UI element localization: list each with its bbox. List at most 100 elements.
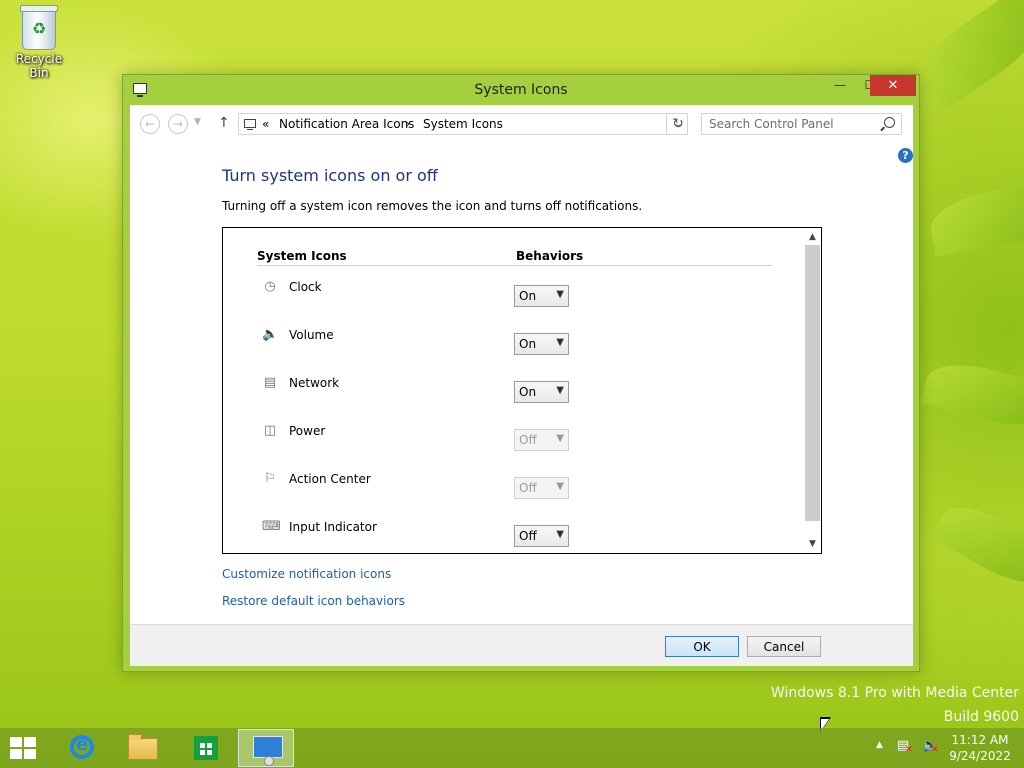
taskbar-control-panel[interactable]	[238, 729, 294, 767]
restore-default-icon-behaviors-link[interactable]: Restore default icon behaviors	[222, 594, 405, 608]
show-hidden-icons-chevron-icon[interactable]: ▲	[876, 740, 883, 750]
ok-button[interactable]: OK	[665, 636, 739, 657]
taskbar: ▲ ▤✕ 🔈✕ 11:12 AM 9/24/2022	[0, 728, 1024, 768]
list-item-label: Action Center	[289, 472, 371, 486]
select-value: Off	[519, 529, 537, 543]
muted-x-icon: ✕	[931, 745, 939, 755]
volume-behavior-select[interactable]: On ▼	[514, 333, 569, 355]
list-item-clock: ◷ Clock On ▼	[223, 279, 803, 319]
taskbar-clock[interactable]: 11:12 AM 9/24/2022	[944, 732, 1016, 764]
recycle-bin-desktop-icon[interactable]: Recycle Bin	[6, 5, 72, 80]
disconnected-x-icon: ✕	[905, 745, 913, 755]
scroll-up-arrow-icon[interactable]: ▲	[804, 229, 821, 245]
system-icons-window: System Icons — ☐ ✕ ← → ▼ ↑ « Notificatio…	[122, 74, 920, 672]
wallpaper-leaf	[930, 493, 1024, 597]
window-title: System Icons	[474, 82, 568, 98]
list-item-volume: 🔈 Volume On ▼	[223, 327, 803, 367]
network-tray-icon[interactable]: ▤ ✕	[897, 738, 913, 755]
control-panel-icon	[253, 736, 283, 766]
network-icon: ▤	[263, 375, 277, 390]
action-center-behavior-select: Off ▼	[514, 477, 569, 499]
volume-icon: 🔈	[262, 327, 279, 342]
clock-behavior-select[interactable]: On ▼	[514, 285, 569, 307]
chevron-down-icon: ▼	[556, 433, 564, 444]
list-item-label: Network	[289, 376, 340, 390]
select-value: Off	[519, 481, 537, 495]
search-box[interactable]	[701, 113, 902, 135]
keyboard-icon: ⌨	[262, 519, 281, 534]
taskbar-file-explorer[interactable]	[114, 729, 170, 767]
select-value: On	[519, 385, 537, 399]
column-header-behaviors: Behaviors	[516, 249, 584, 263]
scroll-thumb[interactable]	[805, 245, 820, 521]
refresh-icon[interactable]: ↻	[666, 113, 689, 135]
scroll-down-arrow-icon[interactable]: ▼	[804, 536, 821, 552]
up-arrow-icon[interactable]: ↑	[218, 115, 230, 131]
system-icons-list: System Icons Behaviors ◷ Clock On ▼ 🔈 Vo…	[222, 227, 822, 554]
wallpaper-leaf	[926, 178, 1024, 257]
clock-time: 11:12 AM	[951, 733, 1009, 747]
list-item-input-indicator: ⌨ Input Indicator Off ▼	[223, 519, 803, 553]
select-value: On	[519, 289, 537, 303]
search-input[interactable]	[702, 114, 879, 134]
column-header-system-icons: System Icons	[257, 249, 347, 263]
network-behavior-select[interactable]: On ▼	[514, 381, 569, 403]
input-indicator-behavior-select[interactable]: Off ▼	[514, 525, 569, 547]
breadcrumb-system-icons[interactable]: System Icons	[423, 117, 503, 131]
clock-icon: ◷	[264, 279, 276, 294]
breadcrumb-overflow[interactable]: «	[262, 117, 269, 131]
window-client-area: ← → ▼ ↑ « Notification Area Icons › Syst…	[130, 105, 913, 666]
chevron-down-icon: ▼	[556, 481, 564, 492]
windows-logo-icon	[24, 737, 36, 747]
navigation-bar: ← → ▼ ↑ « Notification Area Icons › Syst…	[130, 105, 913, 143]
page-description: Turning off a system icon removes the ic…	[222, 199, 643, 213]
chevron-down-icon: ▼	[556, 529, 564, 540]
power-icon: ◫	[263, 423, 277, 438]
volume-tray-icon[interactable]: 🔈 ✕	[922, 738, 939, 755]
file-explorer-icon	[128, 734, 158, 760]
internet-explorer-icon	[70, 734, 94, 759]
list-item-label: Input Indicator	[289, 520, 377, 534]
cancel-button[interactable]: Cancel	[747, 636, 821, 657]
breadcrumb-notification-area-icons[interactable]: Notification Area Icons	[279, 117, 414, 131]
start-button[interactable]	[10, 737, 38, 759]
recycle-bin-icon	[20, 5, 58, 50]
power-behavior-select: Off ▼	[514, 429, 569, 451]
taskbar-store[interactable]	[176, 729, 232, 767]
recycle-bin-label: Recycle Bin	[15, 52, 63, 80]
select-value: On	[519, 337, 537, 351]
store-icon	[194, 736, 218, 760]
list-item-network: ▤ Network On ▼	[223, 375, 803, 415]
windows-logo-icon	[24, 749, 36, 759]
wallpaper-leaf	[920, 354, 1024, 436]
title-bar[interactable]: System Icons — ☐ ✕	[123, 75, 919, 105]
select-value: Off	[519, 433, 537, 447]
page-title: Turn system icons on or off	[222, 166, 438, 185]
minimize-button[interactable]: —	[825, 75, 855, 96]
vertical-scrollbar[interactable]: ▲ ▼	[804, 228, 821, 553]
close-button[interactable]: ✕	[870, 75, 916, 96]
dialog-footer: OK Cancel	[130, 624, 913, 666]
flag-icon: ⚐	[264, 471, 276, 486]
breadcrumb-separator-icon[interactable]: ›	[406, 119, 410, 130]
list-item-power: ◫ Power Off ▼	[223, 423, 803, 463]
customize-notification-icons-link[interactable]: Customize notification icons	[222, 567, 391, 581]
taskbar-internet-explorer[interactable]	[52, 729, 108, 767]
header-divider	[257, 265, 772, 266]
chevron-down-icon: ▼	[556, 385, 564, 396]
recent-locations-chevron-icon[interactable]: ▼	[194, 117, 201, 127]
search-icon[interactable]	[884, 117, 895, 128]
list-item-action-center: ⚐ Action Center Off ▼	[223, 471, 803, 511]
computer-icon	[244, 119, 256, 130]
help-icon[interactable]: ?	[898, 148, 913, 163]
forward-arrow-icon[interactable]: →	[168, 114, 188, 134]
address-bar[interactable]: « Notification Area Icons › System Icons…	[238, 113, 688, 135]
edition-watermark: Windows 8.1 Pro with Media Center	[770, 685, 1019, 701]
windows-logo-icon	[10, 737, 22, 747]
list-item-label: Volume	[289, 328, 334, 342]
back-arrow-icon[interactable]: ←	[140, 114, 160, 134]
chevron-down-icon: ▼	[556, 337, 564, 348]
list-item-label: Clock	[289, 280, 322, 294]
chevron-down-icon: ▼	[556, 289, 564, 300]
windows-logo-icon	[10, 749, 22, 759]
